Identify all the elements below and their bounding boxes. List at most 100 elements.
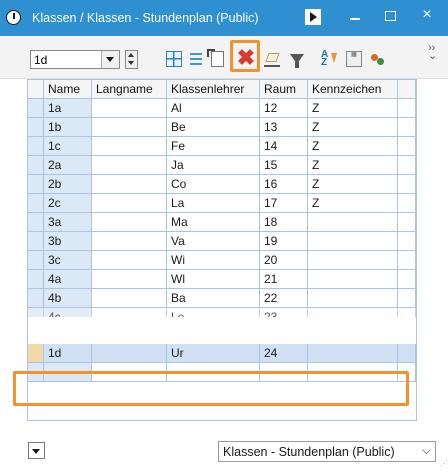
cell-kennzeichen[interactable] [308, 308, 398, 317]
minimize-button[interactable] [340, 4, 370, 26]
cell-kennzeichen[interactable]: Z [308, 137, 398, 156]
cell-name[interactable]: 4c [44, 308, 92, 317]
close-button[interactable]: × [412, 4, 442, 26]
table-row[interactable]: 1b Be 13 Z [28, 118, 416, 137]
cell-langname[interactable] [92, 232, 167, 251]
cell-raum[interactable]: 17 [260, 194, 308, 213]
edit-icon[interactable] [264, 51, 280, 67]
cell-name[interactable]: 2b [44, 175, 92, 194]
column-header-langname[interactable]: Langname [92, 80, 167, 99]
cell-name[interactable]: 2c [44, 194, 92, 213]
cell-klassenlehrer[interactable]: Co [167, 175, 260, 194]
table-row[interactable]: 2a Ja 15 Z [28, 156, 416, 175]
cell-klassenlehrer[interactable]: Va [167, 232, 260, 251]
row-selector[interactable] [28, 289, 44, 308]
options-dropdown-button[interactable] [28, 442, 45, 459]
cell-name[interactable]: 1b [44, 118, 92, 137]
cell-name[interactable]: 1d [44, 344, 92, 363]
class-select[interactable] [30, 50, 120, 69]
cell-name[interactable]: 1a [44, 99, 92, 118]
table-row[interactable]: 3c Wi 20 [28, 251, 416, 270]
cell-raum[interactable]: 19 [260, 232, 308, 251]
cell-kennzeichen[interactable] [308, 213, 398, 232]
cell-raum[interactable]: 20 [260, 251, 308, 270]
column-header-kennzeichen[interactable]: Kennzeichen [308, 80, 398, 99]
row-selector[interactable] [28, 175, 44, 194]
row-selector[interactable] [28, 118, 44, 137]
cell-klassenlehrer[interactable]: Ba [167, 289, 260, 308]
cell-langname[interactable] [92, 344, 167, 363]
column-header-klassenlehrer[interactable]: Klassenlehrer [167, 80, 260, 99]
cell-klassenlehrer[interactable]: Al [167, 99, 260, 118]
cell-name[interactable]: 2a [44, 156, 92, 175]
play-arrow-icon[interactable] [305, 9, 321, 25]
cell-kennzeichen[interactable] [308, 270, 398, 289]
resize-grip-icon[interactable]: ⋰ [440, 460, 448, 468]
cell-langname[interactable] [92, 99, 167, 118]
cell-name[interactable]: 3a [44, 213, 92, 232]
spin-button[interactable] [125, 50, 138, 69]
delete-icon[interactable]: ✖ [236, 47, 256, 69]
cell-klassenlehrer[interactable]: Ja [167, 156, 260, 175]
table-row[interactable]: 1c Fe 14 Z [28, 137, 416, 156]
row-selector[interactable] [28, 194, 44, 213]
cell-raum[interactable]: 21 [260, 270, 308, 289]
cell-klassenlehrer[interactable]: Wl [167, 270, 260, 289]
cell-kennzeichen[interactable]: Z [308, 175, 398, 194]
table-row[interactable]: 2b Co 16 Z [28, 175, 416, 194]
table-row[interactable]: 4a Wl 21 [28, 270, 416, 289]
maximize-button[interactable] [375, 4, 405, 26]
cell-name[interactable]: 4a [44, 270, 92, 289]
cell-langname[interactable] [92, 175, 167, 194]
cell-kennzeichen[interactable]: Z [308, 156, 398, 175]
filter-icon[interactable] [290, 54, 304, 68]
cell-raum[interactable]: 15 [260, 156, 308, 175]
class-select-input[interactable] [31, 51, 105, 68]
cell-raum[interactable]: 13 [260, 118, 308, 137]
cell-name[interactable]: 4b [44, 289, 92, 308]
cell-langname[interactable] [92, 118, 167, 137]
cell-kennzeichen[interactable]: Z [308, 194, 398, 213]
overflow-chevron-icon[interactable]: ›› ⌄ [428, 43, 437, 62]
people-icon[interactable] [370, 51, 386, 67]
cell-langname[interactable] [92, 194, 167, 213]
table-settings-icon[interactable]: ▦ [346, 51, 362, 67]
row-selector[interactable] [28, 344, 44, 363]
row-selector[interactable] [28, 270, 44, 289]
cell-langname[interactable] [92, 289, 167, 308]
table-row[interactable]: 4b Ba 22 [28, 289, 416, 308]
row-selector[interactable] [28, 137, 44, 156]
cell-langname[interactable] [92, 308, 167, 317]
new-document-icon[interactable] [207, 49, 224, 67]
row-selector[interactable] [28, 232, 44, 251]
cell-kennzeichen[interactable] [308, 344, 398, 363]
table-row[interactable]: 3b Va 19 [28, 232, 416, 251]
cell-kennzeichen[interactable]: Z [308, 99, 398, 118]
cell-raum[interactable]: 18 [260, 213, 308, 232]
cell-klassenlehrer[interactable]: Le [167, 308, 260, 317]
row-selector[interactable] [28, 99, 44, 118]
row-selector[interactable] [28, 156, 44, 175]
view-select[interactable]: Klassen - Stundenplan (Public) ⌵ [218, 441, 436, 462]
cell-klassenlehrer[interactable]: Wi [167, 251, 260, 270]
cell-klassenlehrer[interactable]: La [167, 194, 260, 213]
cell-langname[interactable] [92, 156, 167, 175]
cell-raum[interactable]: 12 [260, 99, 308, 118]
cell-kennzeichen[interactable]: Z [308, 118, 398, 137]
column-header-raum[interactable]: Raum [260, 80, 308, 99]
table-row[interactable]: 1a Al 12 Z [28, 99, 416, 118]
table-row[interactable]: 3a Ma 18 [28, 213, 416, 232]
cell-kennzeichen[interactable] [308, 232, 398, 251]
chevron-down-icon[interactable] [101, 51, 119, 68]
row-selector[interactable] [28, 251, 44, 270]
grid-view-icon[interactable] [166, 51, 182, 67]
table-row[interactable]: 4c Le 23 [28, 308, 416, 317]
cell-raum[interactable]: 22 [260, 289, 308, 308]
cell-langname[interactable] [92, 213, 167, 232]
cell-name[interactable]: 3c [44, 251, 92, 270]
sort-icon[interactable]: AZ [321, 50, 337, 68]
cell-langname[interactable] [92, 270, 167, 289]
list-view-icon[interactable] [188, 51, 204, 67]
cell-raum[interactable]: 23 [260, 308, 308, 317]
cell-langname[interactable] [92, 137, 167, 156]
